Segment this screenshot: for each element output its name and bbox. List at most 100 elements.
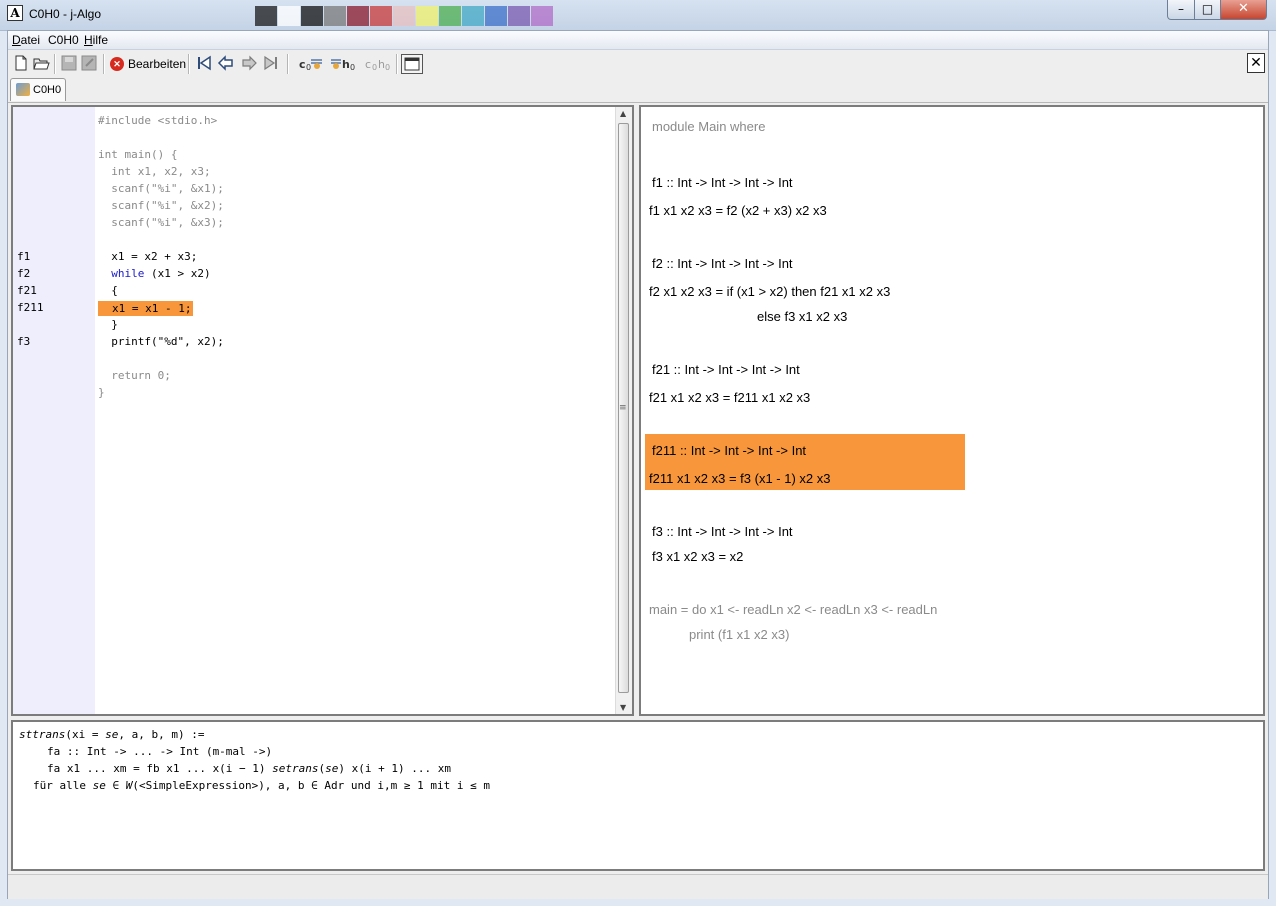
status-bar — [8, 874, 1268, 899]
step-forward-button[interactable] — [240, 54, 258, 72]
arrow-right-icon — [242, 55, 257, 71]
rule-text: , a, b, m) := — [118, 728, 205, 741]
rule-var: se — [92, 779, 106, 792]
rule-line-3: fa x1 ... xm = fb x1 ... x(i − 1) setran… — [47, 762, 451, 775]
haskell-line: f21 x1 x2 x3 = f211 x1 x2 x3 — [649, 390, 811, 405]
last-step-button[interactable] — [262, 54, 280, 72]
save-button[interactable] — [60, 54, 78, 72]
svg-text:0: 0 — [306, 63, 311, 72]
transform-c0-button[interactable]: c0 — [298, 54, 324, 72]
gutter-label: f1 — [17, 250, 31, 263]
while-condition: (x1 > x2) — [144, 267, 211, 280]
rule-text: (xi = — [65, 728, 106, 741]
title-color-swatch — [416, 6, 438, 26]
rule-line-4: für alle se ∈ W(<SimpleExpression>), a, … — [33, 779, 490, 792]
open-folder-icon — [33, 58, 50, 70]
haskell-line: f2 x1 x2 x3 = if (x1 > x2) then f21 x1 x… — [649, 284, 891, 299]
title-bar: A C0H0 - j-Algo – □ ✕ — [0, 0, 1276, 31]
menu-c0h0[interactable]: C0H0 — [48, 33, 79, 47]
minimize-icon: – — [1178, 2, 1184, 16]
code-vertical-scrollbar[interactable]: ▲ ≡ ▼ — [615, 107, 632, 714]
code-line: return 0; — [98, 369, 171, 382]
tab-strip: C0H0 — [8, 78, 1268, 103]
gutter-label: f211 — [17, 301, 44, 314]
title-color-swatch — [347, 6, 369, 26]
rule-fn-name: sttrans — [19, 728, 66, 741]
close-icon: ✕ — [1250, 55, 1262, 71]
code-line: #include <stdio.h> — [98, 114, 218, 127]
gutter-label: f2 — [17, 267, 31, 280]
close-window-button[interactable]: ✕ — [1220, 0, 1267, 20]
scroll-down-icon[interactable]: ▼ — [620, 703, 626, 712]
arrow-left-icon — [217, 55, 233, 71]
menu-datei[interactable]: Datei — [12, 33, 40, 47]
haskell-line: f21 :: Int -> Int -> Int -> Int — [652, 362, 800, 377]
module-icon — [16, 83, 30, 96]
transformation-rule-pane: sttrans(xi = se, a, b, m) := fa :: Int -… — [11, 720, 1265, 871]
maximize-button[interactable]: □ — [1194, 0, 1221, 20]
haskell-line: module Main where — [652, 119, 766, 134]
compare-c0h0-button[interactable]: c0h0 — [364, 54, 392, 72]
title-color-swatch — [301, 6, 323, 26]
svg-text:0: 0 — [372, 63, 377, 72]
grip-icon: ≡ — [619, 403, 627, 413]
rule-line-2: fa :: Int -> ... -> Int (m-mal ->) — [47, 745, 273, 758]
minimize-button[interactable]: – — [1167, 0, 1195, 20]
code-line: int main() { — [98, 148, 178, 161]
stop-edit-icon: ✕ — [110, 57, 124, 71]
toolbar: ✕ Bearbeiten c0 h0 c0h0 ✕ — [8, 50, 1268, 78]
scroll-up-icon[interactable]: ▲ — [620, 109, 626, 118]
rule-fn-name: setrans — [272, 762, 319, 775]
haskell-line: f1 x1 x2 x3 = f2 (x2 + x3) x2 x3 — [649, 203, 827, 218]
code-line-while: while (x1 > x2) — [98, 267, 211, 280]
rule-text: ) x(i + 1) ... xm — [338, 762, 451, 775]
window-title: C0H0 - j-Algo — [29, 7, 102, 21]
transform-h0-button[interactable]: h0 — [330, 54, 358, 72]
title-color-swatch — [462, 6, 484, 26]
title-color-swatch — [508, 6, 530, 26]
rule-var: se — [105, 728, 119, 741]
h0-transform-icon: h0 — [331, 58, 355, 72]
title-color-swatch — [370, 6, 392, 26]
toggle-view-button[interactable] — [401, 54, 423, 74]
code-line: } — [98, 318, 118, 331]
step-back-button[interactable] — [217, 54, 235, 72]
code-line: x1 = x2 + x3; — [98, 250, 198, 263]
title-color-swatch — [485, 6, 507, 26]
gutter-label: f3 — [17, 335, 31, 348]
haskell-line: else f3 x1 x2 x3 — [757, 309, 848, 324]
rule-text: (<SimpleExpression>), a, b ∈ Adr und i,m… — [132, 779, 490, 792]
skip-to-end-icon — [264, 55, 277, 71]
tab-c0h0[interactable]: C0H0 — [10, 78, 66, 101]
svg-text:0: 0 — [385, 63, 390, 72]
title-color-swatch — [278, 6, 300, 26]
edit-button[interactable]: ✕ Bearbeiten — [110, 54, 186, 74]
edit-button-label: Bearbeiten — [128, 57, 187, 71]
close-icon: ✕ — [1238, 1, 1249, 16]
close-document-button[interactable]: ✕ — [1247, 53, 1265, 73]
rule-text: für alle — [33, 779, 93, 792]
skip-to-start-icon — [198, 55, 211, 71]
save-as-icon — [81, 55, 97, 71]
haskell-line: f3 x1 x2 x3 = x2 — [652, 549, 744, 564]
title-color-swatch — [255, 6, 277, 26]
save-as-button[interactable] — [80, 54, 98, 72]
menu-hilfe[interactable]: Hilfe — [84, 33, 108, 47]
svg-text:h: h — [342, 58, 350, 71]
haskell-line: f3 :: Int -> Int -> Int -> Int — [652, 524, 793, 539]
open-file-button[interactable] — [32, 54, 50, 72]
code-line: int x1, x2, x3; — [98, 165, 211, 178]
first-step-button[interactable] — [195, 54, 213, 72]
toolbar-separator — [188, 54, 190, 74]
code-line: printf("%d", x2); — [98, 335, 224, 348]
new-file-button[interactable] — [12, 54, 30, 72]
title-color-swatch — [439, 6, 461, 26]
tab-label: C0H0 — [33, 84, 62, 96]
rule-line-1: sttrans(xi = se, a, b, m) := — [19, 728, 204, 741]
new-file-icon — [15, 55, 27, 71]
code-line: scanf("%i", &x3); — [98, 216, 224, 229]
app-frame: Datei C0H0 Hilfe ✕ Bearbeiten c 0 h 0 c … — [7, 30, 1269, 899]
c0h0-compare-icon: c0h0 — [365, 58, 390, 72]
highlighted-code-line: x1 = x1 - 1; — [98, 301, 194, 316]
